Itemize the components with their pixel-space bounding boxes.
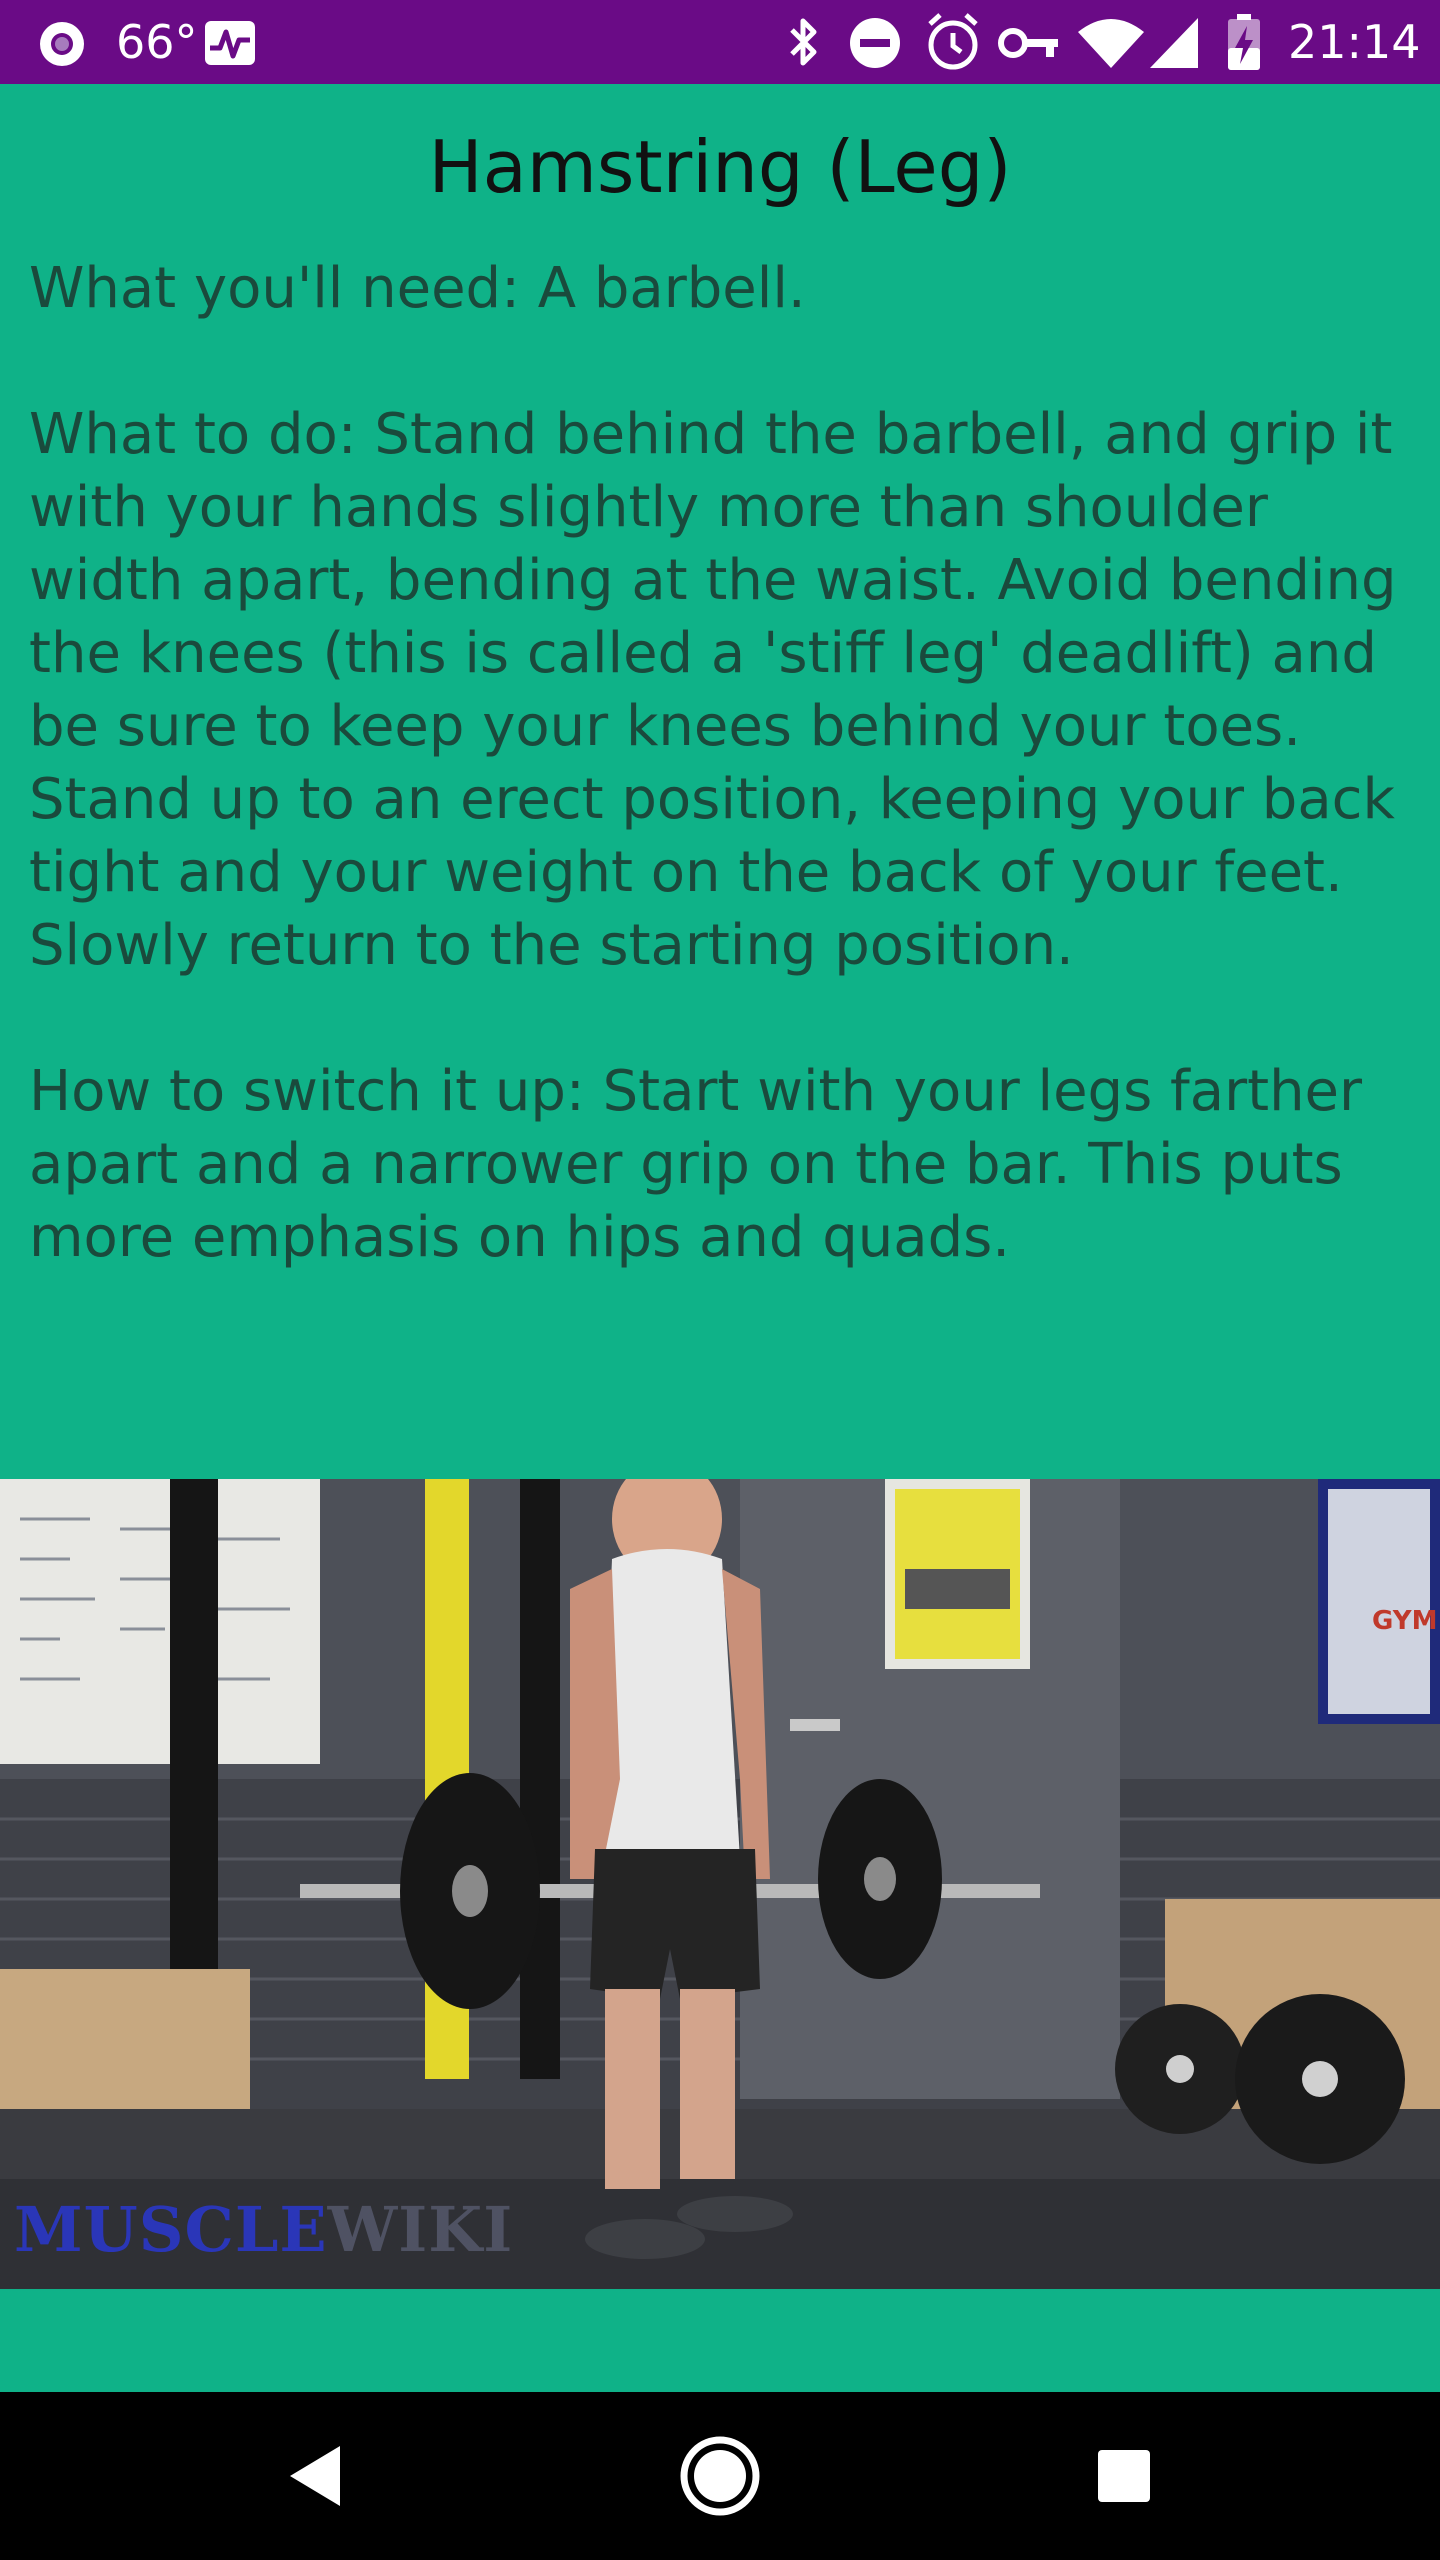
vpn-key-icon [998,28,1058,58]
requirements-text: What you'll need: A barbell. [29,256,806,321]
battery-charging-icon [1228,14,1260,70]
musclewiki-watermark: MUSCLEWIKI [14,2193,513,2266]
do-not-disturb-icon [850,18,900,68]
record-dot-icon [40,22,84,66]
wifi-icon [1078,19,1144,68]
cell-signal-icon [1150,18,1198,68]
page-title: Hamstring (Leg) [428,125,1012,209]
variation-text: How to switch it up: Start with your leg… [29,1059,1363,1270]
exercise-animation-image: GYM MUSCLEWIKI [0,1479,1440,2289]
recents-icon[interactable] [1076,2428,1172,2524]
bluetooth-icon [790,18,817,66]
status-bar: 66° 21:14 [0,0,1440,84]
instructions-text: What to do: Stand behind the barbell, an… [29,402,1397,978]
gym-scene: GYM [0,1479,1440,2289]
activity-monitor-icon [205,21,255,65]
clock-text: 21:14 [1288,15,1421,69]
temperature-text: 66° [116,15,198,69]
watermark-part-2: WIKI [327,2193,514,2266]
alarm-icon [928,13,978,70]
back-icon[interactable] [268,2428,364,2524]
home-icon[interactable] [672,2428,768,2524]
gym-sign-text: GYM [1372,1606,1437,1636]
watermark-part-1: MUSCLE [14,2193,328,2266]
navigation-bar [0,2392,1440,2560]
